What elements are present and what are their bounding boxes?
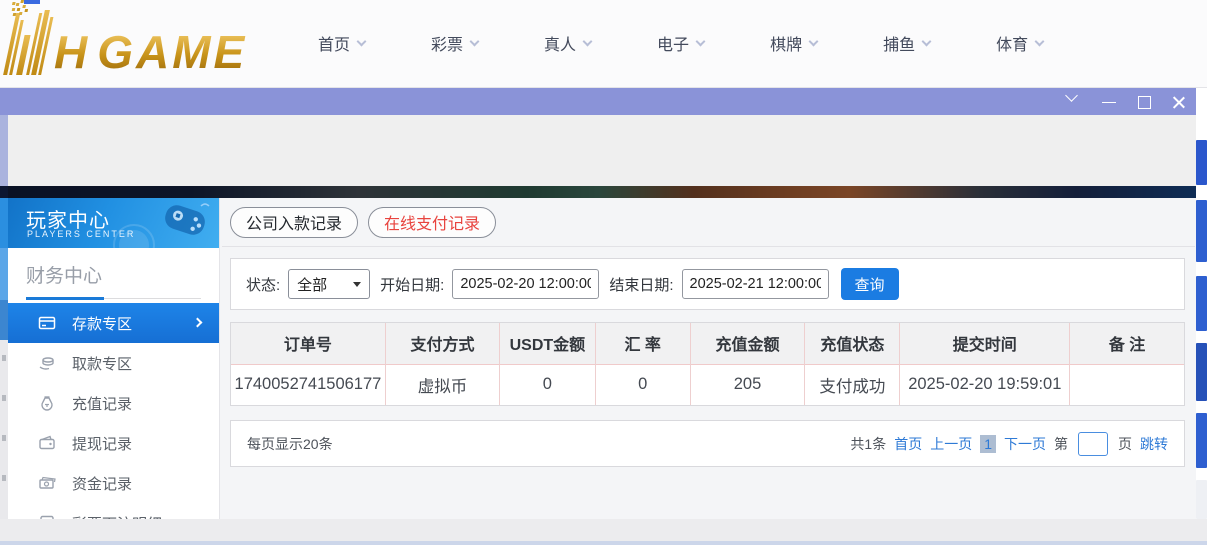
- first-page-link[interactable]: 首页: [894, 434, 922, 454]
- page-size-text: 每页显示20条: [247, 434, 333, 454]
- jump-button[interactable]: 跳转: [1140, 434, 1168, 454]
- jump-prefix-label: 第: [1054, 434, 1068, 454]
- logo-bars-icon: [3, 10, 57, 75]
- cell-submit-time: 2025-02-20 19:59:01: [900, 364, 1070, 405]
- sidebar-item-withdrawal-records[interactable]: 提现记录: [8, 423, 219, 463]
- chevron-right-icon: [193, 318, 203, 328]
- total-count: 共1条: [850, 434, 886, 454]
- chevron-down-icon: [809, 36, 819, 46]
- gamepad-icon: [155, 202, 211, 244]
- deposit-card-icon: [38, 314, 56, 332]
- cell-remark: [1070, 364, 1184, 405]
- sidebar-item-recharge-records[interactable]: 充值记录: [8, 383, 219, 423]
- sidebar-subtitle: PLAYERS CENTER: [27, 229, 135, 239]
- money-bag-icon: [38, 394, 56, 412]
- table-header-row: 订单号 支付方式 USDT金额 汇 率 充值金额 充值状态 提交时间 备 注: [231, 323, 1184, 364]
- col-remark: 备 注: [1070, 323, 1184, 364]
- nav-item-fishing[interactable]: 捕鱼: [883, 31, 930, 55]
- window-close-button[interactable]: [1172, 95, 1186, 109]
- nav-item-slots[interactable]: 电子: [657, 31, 704, 55]
- tab-online-payment-records[interactable]: 在线支付记录: [368, 207, 496, 238]
- col-exchange-rate: 汇 率: [595, 323, 690, 364]
- hand-money-icon: [38, 354, 56, 372]
- col-submit-time: 提交时间: [900, 323, 1070, 364]
- main-panel: 公司入款记录 在线支付记录 状态: 全部 开始日期: 结束日期: 查询: [222, 198, 1195, 519]
- sidebar-item-withdraw-zone[interactable]: 取款专区: [8, 343, 219, 383]
- nav-item-chess[interactable]: 棋牌: [770, 31, 817, 55]
- nav-item-lottery[interactable]: 彩票: [431, 31, 478, 55]
- col-usdt-amount: USDT金额: [500, 323, 595, 364]
- chevron-down-icon: [470, 36, 480, 46]
- window-maximize-button[interactable]: [1137, 95, 1151, 109]
- col-payment-method: 支付方式: [385, 323, 499, 364]
- brand-logo[interactable]: HGAME: [10, 10, 255, 75]
- table-row: 1740052741506177 虚拟币 0 0 205 支付成功 2025-0…: [231, 364, 1184, 405]
- query-button[interactable]: 查询: [841, 268, 899, 300]
- window-minimize-button[interactable]: [1102, 95, 1116, 109]
- col-order-id: 订单号: [231, 323, 385, 364]
- select-arrow-icon: [353, 282, 361, 287]
- site-header: HGAME 首页 彩票 真人 电子 棋牌: [0, 0, 1207, 88]
- banknote-icon: [38, 474, 56, 492]
- background-page-left-fragment: [0, 115, 8, 545]
- wallet-icon: [38, 434, 56, 452]
- start-date-label: 开始日期:: [380, 274, 444, 295]
- sidebar-item-deposit-zone[interactable]: 存款专区: [8, 303, 219, 343]
- col-recharge-status: 充值状态: [805, 323, 900, 364]
- chevron-down-icon: [1065, 89, 1078, 102]
- player-center-window: 玩家中心 PLAYERS CENTER 财务中心: [0, 88, 1196, 519]
- cell-recharge-amount: 205: [690, 364, 804, 405]
- background-page-right-fragment: [1196, 88, 1207, 519]
- cell-usdt-amount: 0: [500, 364, 595, 405]
- records-table-panel: 订单号 支付方式 USDT金额 汇 率 充值金额 充值状态 提交时间 备 注: [230, 322, 1185, 406]
- end-date-input[interactable]: [682, 269, 829, 299]
- chevron-down-icon: [922, 36, 932, 46]
- chevron-down-icon: [1035, 36, 1045, 46]
- window-content: 玩家中心 PLAYERS CENTER 财务中心: [0, 198, 1196, 519]
- jump-page-input[interactable]: [1078, 432, 1108, 456]
- chevron-down-icon: [696, 36, 706, 46]
- main-nav: 首页 彩票 真人 电子 棋牌 捕鱼: [318, 0, 1109, 86]
- window-titlebar[interactable]: [0, 88, 1196, 115]
- jump-suffix-label: 页: [1118, 434, 1132, 454]
- banner-strip: [0, 186, 1196, 198]
- sidebar-item-lottery-bet-details[interactable]: 彩票下注明细: [8, 503, 219, 519]
- window-collapse-button[interactable]: [1067, 95, 1081, 109]
- chevron-down-icon: [357, 36, 367, 46]
- nav-item-home[interactable]: 首页: [318, 31, 365, 55]
- pager: 共1条 首页 上一页 1 下一页 第 页 跳转: [850, 432, 1168, 456]
- window-blank-area: [0, 115, 1196, 186]
- filter-panel: 状态: 全部 开始日期: 结束日期: 查询: [230, 258, 1185, 310]
- next-page-link[interactable]: 下一页: [1004, 434, 1046, 454]
- start-date-input[interactable]: [452, 269, 599, 299]
- nav-item-live[interactable]: 真人: [544, 31, 591, 55]
- end-date-label: 结束日期:: [609, 274, 673, 295]
- prev-page-link[interactable]: 上一页: [930, 434, 972, 454]
- logo-text: HGAME: [54, 29, 255, 75]
- records-table: 订单号 支付方式 USDT金额 汇 率 充值金额 充值状态 提交时间 备 注: [231, 323, 1184, 405]
- sidebar: 玩家中心 PLAYERS CENTER 财务中心: [8, 198, 220, 519]
- col-recharge-amount: 充值金额: [690, 323, 804, 364]
- nav-item-sports[interactable]: 体育: [996, 31, 1043, 55]
- status-label: 状态:: [246, 274, 280, 295]
- pagination-panel: 每页显示20条 共1条 首页 上一页 1 下一页 第 页 跳转: [230, 420, 1185, 467]
- cell-payment-method: 虚拟币: [385, 364, 499, 405]
- sidebar-section-title: 财务中心: [8, 248, 219, 288]
- sidebar-item-funds-records[interactable]: 资金记录: [8, 463, 219, 503]
- cell-exchange-rate: 0: [595, 364, 690, 405]
- background-page-bottom-edge: [0, 541, 1207, 545]
- section-divider: [26, 298, 201, 299]
- cell-order-id: 1740052741506177: [231, 364, 385, 405]
- cell-recharge-status: 支付成功: [805, 364, 900, 405]
- chevron-down-icon: [583, 36, 593, 46]
- sidebar-header: 玩家中心 PLAYERS CENTER: [8, 198, 219, 248]
- sidebar-menu: 存款专区 取款专区: [8, 303, 219, 519]
- tabs-row: 公司入款记录 在线支付记录: [222, 198, 1195, 247]
- tab-company-deposit-records[interactable]: 公司入款记录: [230, 207, 358, 238]
- status-select[interactable]: 全部: [288, 269, 370, 299]
- page: HGAME 首页 彩票 真人 电子 棋牌: [0, 0, 1207, 545]
- decorative-fragment: [24, 0, 40, 4]
- current-page-indicator[interactable]: 1: [980, 435, 996, 453]
